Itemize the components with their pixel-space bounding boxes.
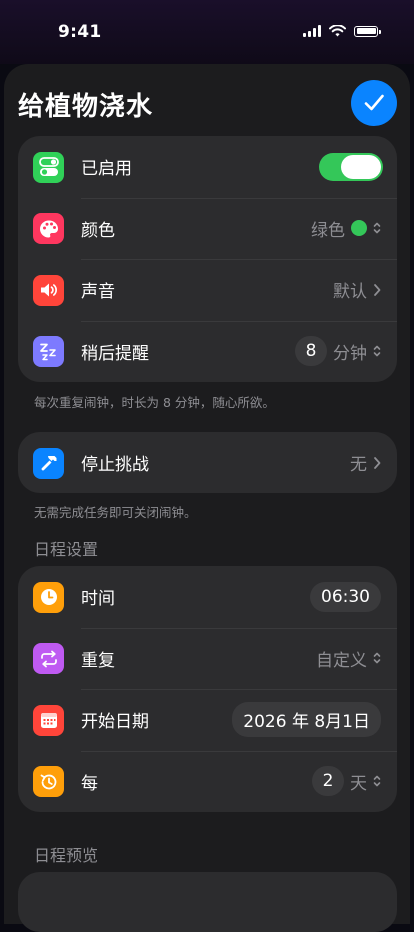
wifi-icon — [329, 25, 346, 37]
challenge-label: 停止挑战 — [81, 455, 149, 476]
preview-section-header: 日程预览 — [34, 846, 99, 865]
toggle-knob — [341, 154, 381, 179]
every-value-pill[interactable]: 2 — [312, 766, 344, 797]
every-unit: 天 — [350, 773, 367, 794]
every-selector[interactable]: 2 天 — [312, 766, 381, 797]
challenge-value: 无 — [350, 455, 367, 476]
row-time: 时间 06:30 — [18, 566, 397, 628]
time-selector[interactable]: 06:30 — [310, 581, 381, 612]
time-label: 时间 — [81, 589, 115, 610]
enabled-toggle[interactable] — [319, 152, 383, 181]
repeat-icon — [33, 643, 64, 675]
schedule-card: 时间 06:30 重复 自定义 开始日期 2026 年 8月1日 每 2 天 — [18, 566, 397, 812]
color-value: 绿色 — [311, 220, 345, 241]
row-sound[interactable]: 声音 默认 — [18, 259, 397, 321]
row-enabled: 已启用 — [18, 136, 397, 198]
snooze-footnote: 每次重复闹钟，时长为 8 分钟，随心所欲。 — [34, 395, 275, 410]
toggle-icon — [33, 151, 64, 183]
snooze-unit: 分钟 — [333, 343, 367, 364]
calendar-icon — [33, 704, 64, 736]
chevron-up-down-icon — [373, 345, 381, 357]
row-every: 每 2 天 — [18, 750, 397, 813]
checkmark-icon — [364, 94, 384, 111]
challenge-footnote: 无需完成任务即可关闭闹钟。 — [34, 505, 197, 520]
schedule-section-header: 日程设置 — [34, 540, 99, 559]
zzz-icon — [33, 336, 64, 368]
row-challenge[interactable]: 停止挑战 无 — [18, 432, 397, 493]
enabled-label: 已启用 — [81, 159, 132, 180]
chevron-up-down-icon — [373, 652, 381, 664]
palette-icon — [33, 213, 64, 245]
snooze-label: 稍后提醒 — [81, 343, 149, 364]
history-icon — [33, 766, 64, 798]
challenge-selector[interactable]: 无 — [350, 450, 381, 475]
preview-card — [18, 872, 397, 932]
start-date-label: 开始日期 — [81, 712, 149, 733]
chevron-up-down-icon — [373, 222, 381, 234]
row-repeat[interactable]: 重复 自定义 — [18, 627, 397, 690]
cellular-signal-icon — [303, 25, 321, 37]
page-title: 给植物浇水 — [18, 92, 154, 122]
repeat-selector[interactable]: 自定义 — [316, 646, 381, 671]
battery-icon — [354, 25, 381, 37]
row-start-date: 开始日期 2026 年 8月1日 — [18, 689, 397, 751]
challenge-card: 停止挑战 无 — [18, 432, 397, 493]
sound-label: 声音 — [81, 282, 115, 303]
snooze-value-pill[interactable]: 8 — [295, 336, 327, 367]
every-label: 每 — [81, 773, 98, 794]
clock-icon — [33, 581, 64, 613]
color-selector[interactable]: 绿色 — [311, 216, 381, 241]
chevron-right-icon — [374, 283, 381, 296]
row-color[interactable]: 颜色 绿色 — [18, 197, 397, 260]
chevron-right-icon — [374, 456, 381, 469]
time-value-pill[interactable]: 06:30 — [310, 581, 381, 612]
status-icons — [303, 25, 381, 37]
sound-value: 默认 — [333, 282, 367, 303]
row-snooze: 稍后提醒 8 分钟 — [18, 320, 397, 383]
repeat-value: 自定义 — [316, 650, 367, 671]
status-time: 9:41 — [58, 22, 102, 42]
confirm-button[interactable] — [351, 80, 397, 126]
chevron-up-down-icon — [373, 775, 381, 787]
start-date-pill[interactable]: 2026 年 8月1日 — [232, 702, 381, 738]
repeat-label: 重复 — [81, 650, 115, 671]
color-swatch — [351, 220, 367, 237]
start-date-selector[interactable]: 2026 年 8月1日 — [232, 702, 381, 738]
alarm-settings-card: 已启用 颜色 绿色 声音 默认 稍后提醒 8 分钟 — [18, 136, 397, 382]
speaker-icon — [33, 274, 64, 306]
color-label: 颜色 — [81, 220, 115, 241]
sound-selector[interactable]: 默认 — [333, 277, 381, 302]
snooze-selector[interactable]: 8 分钟 — [295, 336, 381, 367]
hammer-icon — [33, 447, 64, 479]
status-bar: 9:41 — [0, 0, 414, 64]
